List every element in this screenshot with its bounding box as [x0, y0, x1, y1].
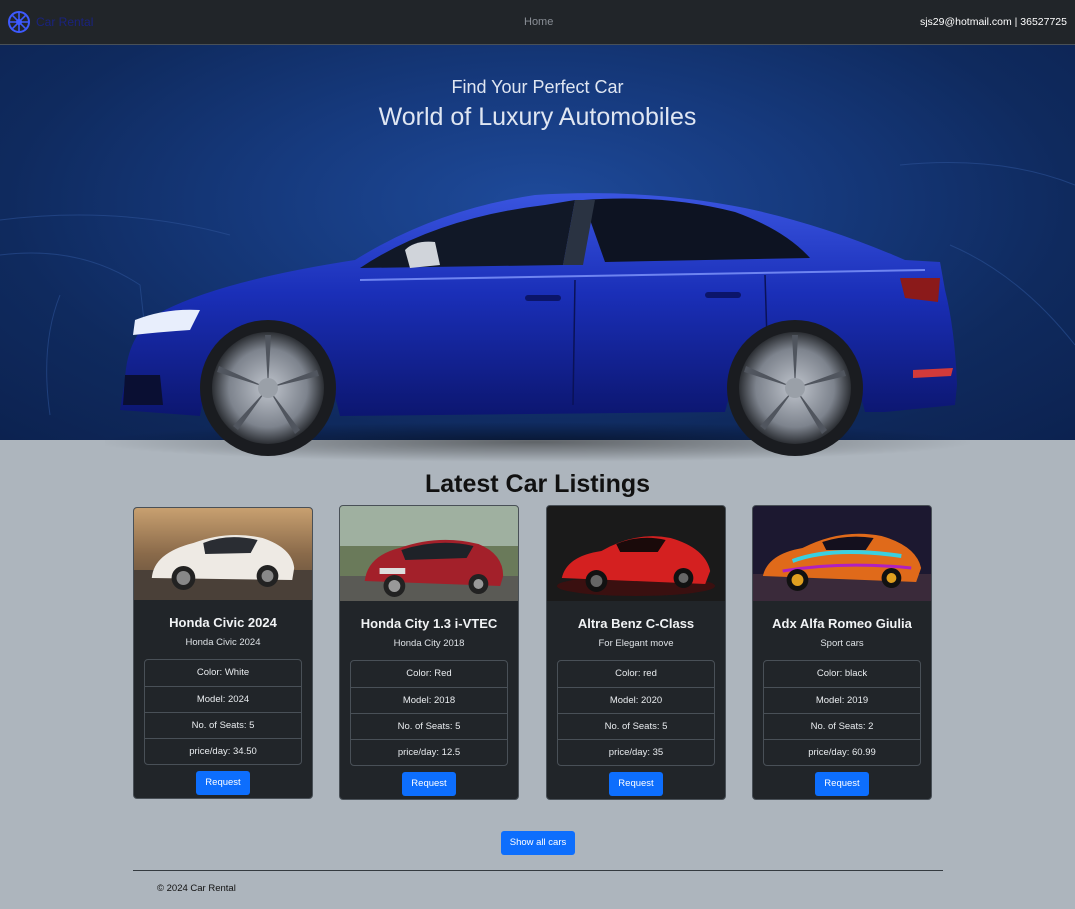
- car-title: Honda City 1.3 i-VTEC: [360, 616, 498, 631]
- spec-model: Model: 2018: [351, 687, 507, 713]
- nav-link-home[interactable]: Home: [524, 16, 553, 28]
- spec-model: Model: 2024: [145, 686, 301, 712]
- spec-seats: No. of Seats: 5: [145, 712, 301, 738]
- hero-car-image: [105, 193, 970, 462]
- car-title: Honda Civic 2024: [169, 615, 277, 630]
- hero-subtitle: Find Your Perfect Car: [451, 77, 624, 97]
- spec-model: Model: 2020: [558, 687, 714, 713]
- spec-color: Color: black: [816, 668, 868, 679]
- request-button[interactable]: Request: [815, 772, 869, 796]
- car-title: Altra Benz C-Class: [577, 616, 695, 631]
- spec-color: Color: red: [615, 668, 657, 679]
- car-image-honda-city: [340, 506, 518, 601]
- wheel-logo-icon: [8, 11, 30, 33]
- car-title: Adx Alfa Romeo Giulia: [772, 616, 912, 631]
- contact-info: sjs29@hotmail.com | 36527725: [919, 16, 1067, 28]
- brand-text: Car Rental: [36, 15, 94, 29]
- car-description: Sport cars: [820, 638, 864, 649]
- car-card: Altra Benz C-Class For Elegant move Colo…: [546, 505, 726, 800]
- car-image-alfa-romeo: [753, 506, 931, 601]
- brand[interactable]: Car Rental: [8, 11, 93, 33]
- spec-color: Color: White: [196, 667, 250, 678]
- car-image-benz: [547, 506, 725, 601]
- request-button[interactable]: Request: [402, 772, 456, 796]
- car-description: Honda Civic 2024: [185, 637, 261, 648]
- car-description: Honda City 2018: [393, 638, 465, 649]
- spec-price: price/day: 12.5: [351, 739, 507, 765]
- spec-list: Color: Red Model: 2018 No. of Seats: 5 p…: [350, 660, 508, 766]
- spec-list: Color: red Model: 2020 No. of Seats: 5 p…: [557, 660, 715, 766]
- footer-copyright: © 2024 Car Rental: [157, 883, 236, 894]
- car-image-honda-civic: [134, 508, 312, 600]
- spec-seats: No. of Seats: 2: [764, 713, 920, 739]
- spec-seats: No. of Seats: 5: [558, 713, 714, 739]
- request-button[interactable]: Request: [196, 771, 250, 795]
- car-card: Honda Civic 2024 Honda Civic 2024 Color:…: [133, 507, 313, 799]
- spec-price: price/day: 34.50: [145, 738, 301, 764]
- spec-price: price/day: 35: [558, 739, 714, 765]
- spec-model: Model: 2019: [764, 687, 920, 713]
- spec-list: Color: White Model: 2024 No. of Seats: 5…: [144, 659, 302, 765]
- listings-heading: Latest Car Listings: [424, 470, 651, 498]
- navbar: Car Rental Home sjs29@hotmail.com | 3652…: [0, 0, 1075, 45]
- spec-seats: No. of Seats: 5: [351, 713, 507, 739]
- show-all-cars-button[interactable]: Show all cars: [501, 831, 575, 855]
- spec-color: Color: Red: [406, 668, 452, 679]
- spec-list: Color: black Model: 2019 No. of Seats: 2…: [763, 660, 921, 766]
- request-button[interactable]: Request: [609, 772, 663, 796]
- spec-price: price/day: 60.99: [764, 739, 920, 765]
- hero-title: World of Luxury Automobiles: [378, 103, 697, 131]
- car-description: For Elegant move: [598, 638, 674, 649]
- car-card: Honda City 1.3 i-VTEC Honda City 2018 Co…: [339, 505, 519, 800]
- car-card: Adx Alfa Romeo Giulia Sport cars Color: …: [752, 505, 932, 800]
- footer-divider: [133, 870, 943, 871]
